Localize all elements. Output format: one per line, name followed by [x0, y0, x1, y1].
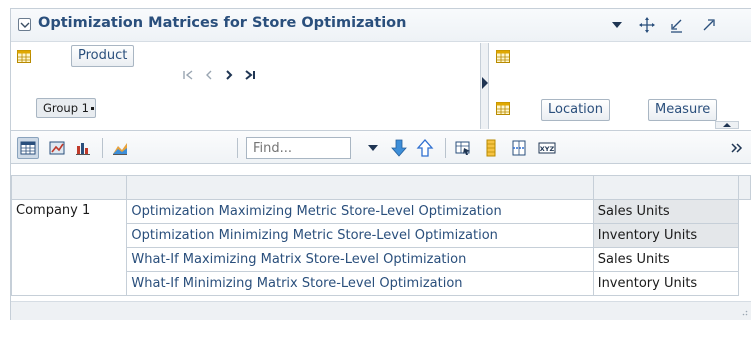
product-dimension-chip[interactable]: Product [71, 45, 135, 67]
measure-cell[interactable]: Inventory Units [592, 271, 740, 296]
area-chart-icon[interactable] [110, 138, 130, 158]
svg-text:XYZ: XYZ [540, 145, 555, 153]
measure-dimension-chip[interactable]: Measure [648, 99, 718, 121]
location-dimension-chip[interactable]: Location [541, 99, 610, 121]
overflow-menu-icon[interactable] [727, 138, 747, 158]
view-menu-icon[interactable] [608, 16, 626, 34]
find-options-icon[interactable] [363, 138, 383, 158]
bar-chart-icon[interactable] [73, 138, 93, 158]
split-view-icon[interactable] [509, 138, 529, 158]
drag-handle [91, 107, 94, 110]
toolbar-separator [102, 138, 103, 158]
panel-header: Optimization Matrices for Store Optimiza… [11, 9, 751, 42]
restore-icon[interactable] [668, 16, 686, 34]
column-header-row [10, 175, 751, 200]
toolbar-separator [237, 138, 238, 158]
page-title: Optimization Matrices for Store Optimiza… [38, 15, 407, 31]
table-view-icon[interactable] [17, 137, 39, 159]
format-cells-icon[interactable] [453, 138, 473, 158]
pivot-splitter[interactable] [481, 43, 488, 129]
matrix-name-cell[interactable]: What-If Minimizing Matrix Store-Level Op… [126, 271, 594, 296]
chart-table-icon[interactable] [47, 138, 67, 158]
grid-icon [496, 50, 510, 63]
toolbar: XYZ [11, 130, 751, 164]
column-pivot-area: Location Measure [488, 43, 751, 129]
toolbar-separator [445, 138, 446, 158]
group-member-chip[interactable]: Group 1 [36, 98, 96, 118]
company-cell[interactable]: Company 1 [10, 199, 128, 296]
next-icon[interactable] [222, 68, 236, 82]
status-bar [11, 301, 751, 320]
row-pivot-area: Product Group 1 [11, 43, 481, 129]
optimization-matrix-table: Company 1 Optimization Maximizing Metric… [10, 175, 751, 296]
matrix-name-cell[interactable]: Optimization Maximizing Metric Store-Lev… [126, 199, 594, 224]
move-icon[interactable] [638, 16, 656, 34]
xyz-attributes-icon[interactable]: XYZ [537, 138, 557, 158]
find-next-icon[interactable] [389, 138, 409, 158]
find-previous-icon[interactable] [415, 138, 435, 158]
freeze-column-icon[interactable] [481, 138, 501, 158]
measure-cell[interactable]: Sales Units [592, 199, 740, 224]
grid-icon [496, 102, 510, 115]
grid-icon [17, 50, 31, 63]
measure-cell[interactable]: Sales Units [592, 247, 740, 272]
last-page-icon[interactable] [243, 68, 257, 82]
resize-grip-icon[interactable] [739, 307, 748, 316]
table-row[interactable]: Company 1 Optimization Maximizing Metric… [10, 199, 751, 296]
maximize-icon[interactable] [700, 16, 718, 34]
first-page-icon[interactable] [181, 68, 195, 82]
optimization-matrices-panel: Optimization Matrices for Store Optimiza… [10, 8, 751, 320]
matrix-name-cell[interactable]: Optimization Minimizing Metric Store-Lev… [126, 223, 594, 248]
matrix-name-cell[interactable]: What-If Maximizing Matrix Store-Level Op… [126, 247, 594, 272]
collapse-pivot-button[interactable] [715, 121, 739, 129]
find-input[interactable] [246, 137, 351, 159]
measure-cell[interactable]: Inventory Units [592, 223, 740, 248]
collapse-icon[interactable] [18, 18, 31, 31]
previous-icon[interactable] [202, 68, 216, 82]
